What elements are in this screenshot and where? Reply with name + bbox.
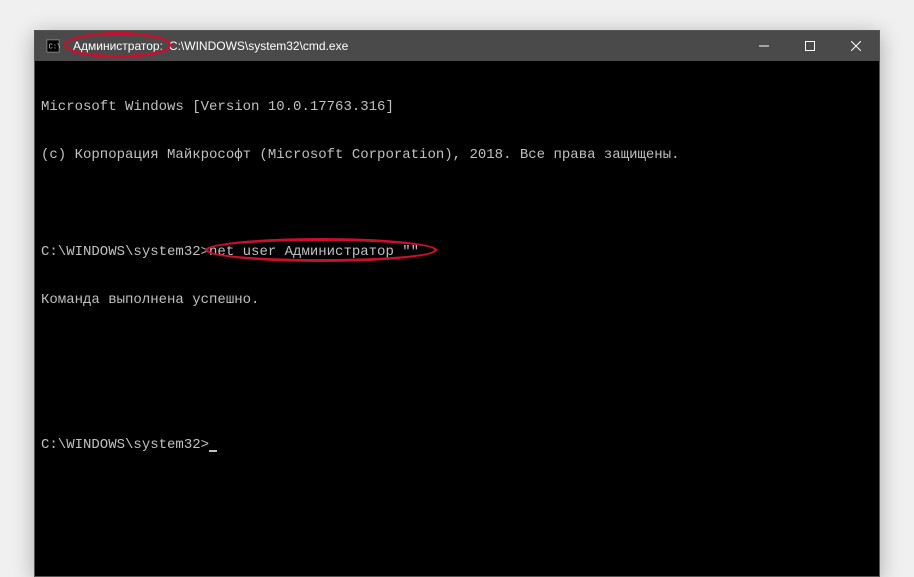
title-path: C:\WINDOWS\system32\cmd.exe <box>167 39 348 53</box>
terminal-area[interactable]: Microsoft Windows [Version 10.0.17763.31… <box>35 61 879 576</box>
cursor <box>209 450 217 452</box>
maximize-button[interactable] <box>787 31 833 61</box>
command-line-1: C:\WINDOWS\system32>net user Администрат… <box>41 244 873 260</box>
copyright-line: (c) Корпорация Майкрософт (Microsoft Cor… <box>41 147 873 163</box>
cmd-icon: C:\ <box>45 38 61 54</box>
blank-line-3 <box>41 389 873 405</box>
titlebar[interactable]: C:\ Администратор: C:\WINDOWS\system32\c… <box>35 31 879 61</box>
command-line-2: C:\WINDOWS\system32> <box>41 437 873 453</box>
window-controls <box>741 31 879 61</box>
cmd-window: C:\ Администратор: C:\WINDOWS\system32\c… <box>34 30 880 577</box>
prompt-2: C:\WINDOWS\system32> <box>41 437 209 453</box>
minimize-button[interactable] <box>741 31 787 61</box>
title-prefix-text: Администратор: <box>73 39 163 53</box>
command-text: net user Администратор "" <box>209 244 419 260</box>
result-line: Команда выполнена успешно. <box>41 292 873 308</box>
prompt-1: C:\WINDOWS\system32> <box>41 244 209 260</box>
svg-text:C:\: C:\ <box>49 44 60 52</box>
version-line: Microsoft Windows [Version 10.0.17763.31… <box>41 99 873 115</box>
blank-line <box>41 196 873 212</box>
title-prefix: Администратор: <box>69 37 167 55</box>
close-button[interactable] <box>833 31 879 61</box>
blank-line-2 <box>41 341 873 357</box>
